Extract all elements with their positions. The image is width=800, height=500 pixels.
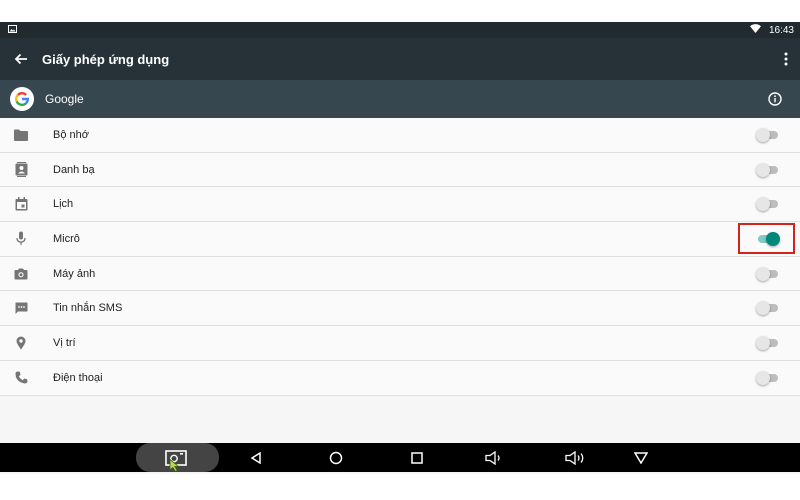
app-bar: Giấy phép ứng dụng bbox=[0, 38, 800, 80]
overflow-menu-icon[interactable] bbox=[784, 52, 788, 66]
microphone-icon bbox=[13, 231, 29, 247]
status-bar: 16:43 bbox=[0, 22, 800, 38]
permission-label: Tin nhắn SMS bbox=[53, 302, 123, 315]
permission-toggle[interactable] bbox=[756, 127, 780, 142]
permission-label: Điện thoại bbox=[53, 371, 103, 384]
info-icon[interactable] bbox=[768, 92, 782, 106]
permission-row-camera[interactable]: Máy ảnh bbox=[0, 257, 800, 292]
android-screen: 16:43 Giấy phép ứng dụng Google Bộ nhớ D… bbox=[0, 22, 800, 474]
toggle-thumb bbox=[756, 370, 770, 385]
page-title: Giấy phép ứng dụng bbox=[42, 51, 170, 67]
toggle-thumb bbox=[766, 231, 780, 246]
volume-down-icon[interactable] bbox=[484, 443, 506, 472]
permission-label: Micrô bbox=[53, 232, 80, 245]
navigation-bar bbox=[0, 443, 800, 472]
mouse-cursor-icon bbox=[169, 459, 181, 472]
toggle-thumb bbox=[756, 301, 770, 316]
permission-toggle[interactable] bbox=[756, 266, 780, 281]
camera-icon bbox=[13, 266, 29, 282]
home-icon[interactable] bbox=[328, 443, 344, 472]
permission-toggle[interactable] bbox=[756, 197, 780, 212]
hide-navigation-icon[interactable] bbox=[633, 443, 649, 472]
calendar-icon bbox=[13, 196, 29, 212]
permission-label: Lịch bbox=[53, 198, 74, 211]
image-notification-icon bbox=[8, 24, 17, 36]
back-arrow-icon[interactable] bbox=[14, 52, 28, 66]
toggle-thumb bbox=[756, 197, 770, 212]
app-name: Google bbox=[45, 92, 84, 106]
toggle-thumb bbox=[756, 335, 770, 350]
app-header: Google bbox=[0, 80, 800, 118]
permission-row-calendar[interactable]: Lịch bbox=[0, 187, 800, 223]
permission-row-phone[interactable]: Điện thoại bbox=[0, 361, 800, 396]
permission-row-location[interactable]: Vị trí bbox=[0, 326, 800, 361]
toggle-thumb bbox=[756, 162, 770, 177]
wifi-icon bbox=[749, 24, 761, 36]
permission-row-microphone[interactable]: Micrô bbox=[0, 222, 800, 257]
permission-row-sms[interactable]: Tin nhắn SMS bbox=[0, 291, 800, 327]
permission-label: Vị trí bbox=[53, 336, 76, 349]
toggle-thumb bbox=[756, 127, 770, 142]
folder-icon bbox=[13, 127, 29, 143]
permission-label: Máy ảnh bbox=[53, 267, 96, 280]
permission-toggle[interactable] bbox=[756, 231, 780, 246]
screenshot-button[interactable] bbox=[136, 443, 219, 472]
permission-toggle[interactable] bbox=[756, 301, 780, 316]
permission-row-contacts[interactable]: Danh bạ bbox=[0, 153, 800, 188]
clock-text: 16:43 bbox=[768, 24, 794, 36]
permission-label: Danh bạ bbox=[53, 163, 95, 176]
google-logo-icon bbox=[10, 87, 34, 111]
permission-toggle[interactable] bbox=[756, 370, 780, 385]
phone-icon bbox=[13, 370, 29, 386]
permission-list: Bộ nhớ Danh bạ Lịch Micrô Máy ảnh Tin nh… bbox=[0, 118, 800, 396]
recent-apps-icon[interactable] bbox=[409, 443, 425, 472]
permission-label: Bộ nhớ bbox=[53, 128, 89, 141]
contacts-icon bbox=[13, 162, 29, 178]
permission-toggle[interactable] bbox=[756, 335, 780, 350]
back-icon[interactable] bbox=[248, 443, 264, 472]
sms-icon bbox=[13, 300, 29, 316]
toggle-thumb bbox=[756, 266, 770, 281]
permission-toggle[interactable] bbox=[756, 162, 780, 177]
location-icon bbox=[13, 335, 29, 351]
volume-up-icon[interactable] bbox=[564, 443, 588, 472]
permission-row-storage[interactable]: Bộ nhớ bbox=[0, 118, 800, 153]
